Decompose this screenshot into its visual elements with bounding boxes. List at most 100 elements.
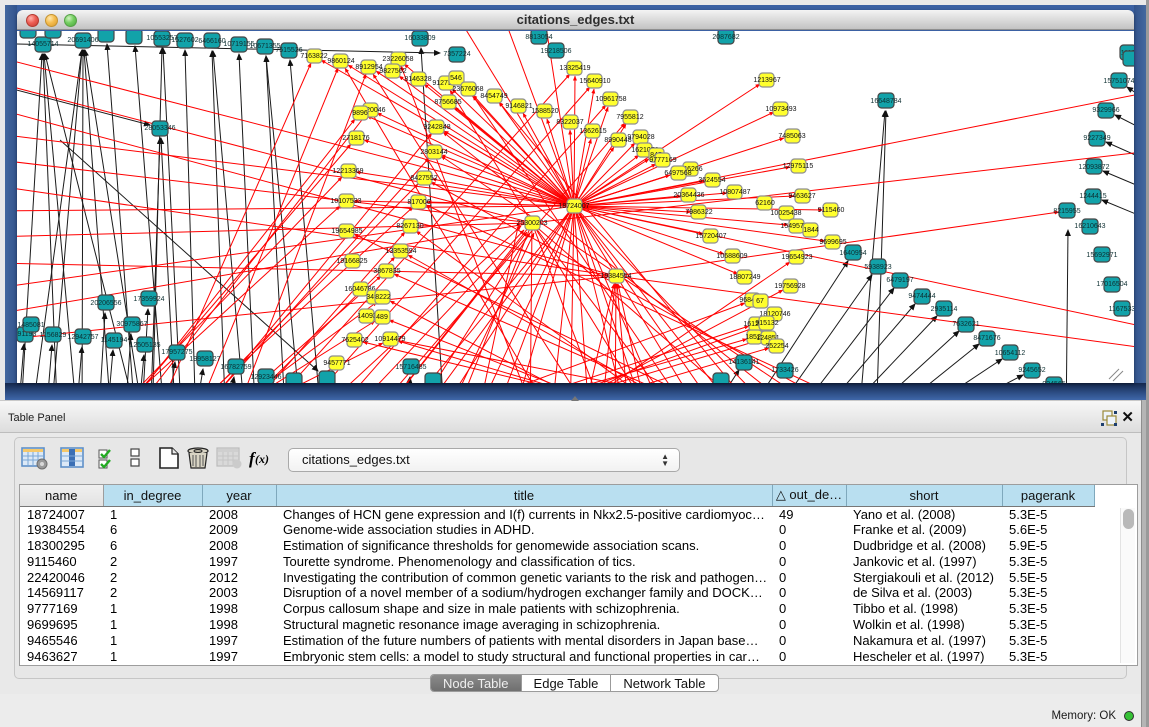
svg-text:17957275: 17957275 [161, 349, 192, 356]
svg-text:1213967: 1213967 [753, 77, 780, 84]
svg-text:10654112: 10654112 [995, 350, 1026, 357]
svg-text:9227349: 9227349 [1083, 135, 1110, 142]
svg-text:8322037: 8322037 [556, 119, 583, 126]
svg-text:19384554: 19384554 [600, 273, 631, 280]
svg-text:25300203: 25300203 [516, 220, 547, 227]
svg-text:915132: 915132 [755, 320, 778, 327]
svg-text:2087682: 2087682 [712, 34, 739, 41]
svg-text:12923446: 12923446 [250, 374, 281, 381]
svg-text:9463627: 9463627 [788, 193, 815, 200]
svg-text:8427552: 8427552 [410, 175, 437, 182]
svg-text:2803144: 2803144 [420, 149, 447, 156]
svg-text:30975867: 30975867 [116, 321, 147, 328]
svg-text:6466160: 6466160 [198, 38, 225, 45]
svg-text:19958127: 19958127 [189, 356, 220, 363]
svg-text:16782759: 16782759 [220, 364, 251, 371]
svg-text:9794028: 9794028 [627, 134, 654, 141]
svg-text:10025438: 10025438 [770, 210, 801, 217]
svg-text:9827502: 9827502 [379, 68, 406, 75]
svg-text:9896: 9896 [352, 110, 368, 117]
svg-text:9245652: 9245652 [1018, 367, 1045, 374]
svg-text:817006: 817006 [407, 199, 430, 206]
svg-text:28053346: 28053346 [144, 125, 175, 132]
svg-text:8215955: 8215955 [1053, 208, 1080, 215]
svg-text:7515526: 7515526 [275, 47, 302, 54]
svg-text:7163822: 7163822 [300, 53, 327, 60]
svg-text:489: 489 [376, 314, 388, 321]
svg-text:15692971: 15692971 [1086, 252, 1117, 259]
svg-text:15720407: 15720407 [695, 233, 726, 240]
svg-text:5938923: 5938923 [864, 264, 891, 271]
svg-text:7357224: 7357224 [443, 51, 470, 58]
svg-text:7986322: 7986322 [685, 209, 712, 216]
svg-text:1640954: 1640954 [839, 250, 866, 257]
svg-text:9329966: 9329966 [1092, 107, 1119, 114]
svg-text:1527602: 1527602 [171, 37, 198, 44]
svg-text:9699695: 9699695 [819, 239, 846, 246]
svg-text:8454749: 8454749 [480, 93, 507, 100]
svg-text:8756685: 8756685 [434, 99, 461, 106]
svg-text:6497568: 6497568 [664, 170, 691, 177]
svg-text:19218506: 19218506 [540, 48, 571, 55]
svg-text:19654923: 19654923 [781, 254, 812, 261]
svg-text:10107533: 10107533 [330, 198, 361, 205]
svg-text:16210643: 16210643 [1074, 223, 1105, 230]
svg-text:9777169: 9777169 [649, 157, 676, 164]
svg-text:10914479: 10914479 [374, 336, 405, 343]
svg-text:62160: 62160 [755, 200, 775, 207]
svg-text:1244415: 1244415 [1079, 193, 1106, 200]
svg-text:9146821: 9146821 [505, 103, 532, 110]
svg-text:23226058: 23226058 [382, 56, 413, 63]
svg-text:2718176: 2718176 [342, 135, 369, 142]
svg-text:12213369: 12213369 [332, 168, 363, 175]
svg-text:3867835: 3867835 [373, 268, 400, 275]
svg-text:8267130: 8267130 [396, 223, 423, 230]
svg-text:3624554: 3624554 [698, 177, 725, 184]
svg-text:9860124: 9860124 [327, 58, 354, 65]
svg-text:9457771: 9457771 [323, 360, 350, 367]
svg-text:16033809: 16033809 [404, 35, 435, 42]
svg-text:1167533: 1167533 [1109, 306, 1134, 313]
svg-text:1844: 1844 [803, 227, 819, 234]
svg-text:1145194: 1145194 [101, 337, 128, 344]
svg-text:9242848: 9242848 [423, 124, 450, 131]
svg-text:19166825: 19166825 [336, 258, 367, 265]
svg-text:17016504: 17016504 [1096, 281, 1127, 288]
svg-text:8146328: 8146328 [404, 76, 431, 83]
svg-text:546: 546 [450, 75, 462, 82]
svg-text:12942757: 12942757 [67, 334, 98, 341]
svg-text:19654985: 19654985 [331, 228, 362, 235]
svg-text:15640910: 15640910 [579, 78, 610, 85]
svg-text:15716485: 15716485 [395, 364, 426, 371]
svg-text:924565: 924565 [1042, 381, 1065, 383]
svg-text:10807487: 10807487 [719, 189, 750, 196]
svg-text:12975115: 12975115 [783, 163, 814, 170]
svg-text:16648784: 16648784 [870, 98, 901, 105]
svg-text:15751074: 15751074 [1103, 78, 1134, 85]
svg-text:2935114: 2935114 [931, 306, 958, 313]
svg-text:20691406: 20691406 [67, 37, 98, 44]
svg-text:10973493: 10973493 [765, 106, 796, 113]
svg-text:9115460: 9115460 [818, 207, 845, 214]
svg-text:17359924: 17359924 [133, 296, 164, 303]
svg-text:14093: 14093 [357, 313, 377, 320]
svg-text:14136141: 14136141 [728, 359, 759, 366]
svg-text:13325419: 13325419 [559, 65, 590, 72]
svg-text:10961758: 10961758 [595, 96, 626, 103]
svg-text:8222: 8222 [375, 294, 391, 301]
svg-text:7955812: 7955812 [616, 114, 643, 121]
svg-text:7632621: 7632621 [952, 321, 979, 328]
svg-text:12505135: 12505135 [129, 342, 160, 349]
svg-text:23676068: 23676068 [452, 86, 483, 93]
svg-text:1362615: 1362615 [579, 128, 606, 135]
svg-text:20364436: 20364436 [673, 192, 704, 199]
svg-text:1485081: 1485081 [17, 322, 44, 329]
svg-text:12093872: 12093872 [1078, 164, 1109, 171]
svg-text:13353594: 13353594 [385, 248, 416, 255]
svg-text:7625402: 7625402 [341, 337, 368, 344]
svg-text:1733426: 1733426 [771, 367, 798, 374]
svg-text:8471676: 8471676 [973, 335, 1000, 342]
svg-text:18724007: 18724007 [558, 203, 589, 210]
svg-text:6479197: 6479197 [886, 277, 913, 284]
svg-text:8813054: 8813054 [525, 34, 552, 41]
